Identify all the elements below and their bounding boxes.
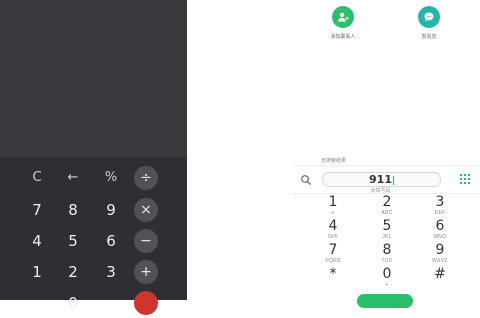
dial-key-hash[interactable]: # <box>420 267 460 282</box>
dial-key-digit: 2 <box>382 194 392 210</box>
clear-button[interactable]: C <box>25 166 49 190</box>
dialed-number: 911 <box>369 173 394 186</box>
digit-5-button[interactable]: 5 <box>61 229 85 253</box>
divider <box>292 165 480 166</box>
dial-key-digit: 1 <box>328 194 338 210</box>
message-icon <box>418 6 440 28</box>
toggle-button[interactable] <box>25 291 49 315</box>
calc-row-4: 1 2 3 + <box>0 257 187 287</box>
dial-key-3[interactable]: 3 DEF <box>420 194 460 217</box>
digit-6-button[interactable]: 6 <box>99 229 123 253</box>
divide-button[interactable]: ÷ <box>134 166 158 190</box>
dial-key-8[interactable]: 8 TUV <box>367 242 407 265</box>
send-message-action[interactable]: 发信息 <box>409 6 449 40</box>
dial-key-5[interactable]: 5 JKL <box>367 218 407 241</box>
add-contact-icon <box>332 6 354 28</box>
calc-row-1: C ← % ÷ <box>0 163 187 193</box>
dial-key-4[interactable]: 4 GHI <box>313 218 353 241</box>
digit-0-button[interactable]: 0 <box>61 291 85 315</box>
dialed-number-field[interactable]: 911 <box>322 172 441 187</box>
add-button[interactable]: + <box>134 260 158 284</box>
voicemail-icon: ∞ <box>331 210 335 216</box>
dial-key-digit: 4 <box>328 218 338 234</box>
digit-4-button[interactable]: 4 <box>25 229 49 253</box>
dial-key-digit: 8 <box>382 242 392 258</box>
calculator-display <box>0 0 187 157</box>
calc-row-3: 4 5 6 − <box>0 226 187 256</box>
digit-9-button[interactable]: 9 <box>99 198 123 222</box>
dial-key-1[interactable]: 1 ∞ <box>313 194 353 217</box>
text-caret <box>392 175 394 185</box>
calc-row-5: 0 <box>0 288 187 318</box>
dial-key-7[interactable]: 7 PQRS <box>313 242 353 265</box>
dial-key-digit: 7 <box>328 242 338 258</box>
digit-8-button[interactable]: 8 <box>61 198 85 222</box>
dial-key-letters: WXYZ <box>432 258 448 264</box>
dial-key-star[interactable]: * <box>313 267 353 282</box>
send-message-label: 发信息 <box>421 34 437 40</box>
subtract-button[interactable]: − <box>134 229 158 253</box>
digit-7-button[interactable]: 7 <box>25 198 49 222</box>
dial-key-0[interactable]: 0 + <box>367 266 407 289</box>
dial-key-digit: 3 <box>435 194 445 210</box>
calculator-panel: C ← % ÷ 7 8 9 × 4 5 6 − 1 2 3 + 0 <box>0 0 187 315</box>
dial-key-letters: GHI <box>328 234 338 240</box>
dial-key-letters: + <box>385 282 389 288</box>
dial-key-letters: TUV <box>381 258 393 264</box>
search-icon[interactable] <box>300 174 312 186</box>
dialpad-toggle-icon[interactable] <box>460 174 470 184</box>
dial-key-digit: 0 <box>382 266 392 282</box>
add-contact-action[interactable]: 添加联系人 <box>323 6 363 40</box>
digit-1-button[interactable]: 1 <box>25 260 49 284</box>
calc-row-2: 7 8 9 × <box>0 195 187 225</box>
dialer-panel: 添加联系人 发信息 无搜索结果 911 未知号码 1 ∞ 2 ABC 3 DEF 4G… <box>187 0 480 308</box>
dial-key-digit: 6 <box>435 218 445 234</box>
dial-key-letters: PQRS <box>325 258 341 264</box>
dial-key-letters: JKL <box>382 234 392 240</box>
percent-button[interactable]: % <box>99 166 123 190</box>
dial-key-digit: 5 <box>382 218 392 234</box>
dial-key-9[interactable]: 9 WXYZ <box>420 242 460 265</box>
dial-key-digit: # <box>434 266 446 282</box>
dial-key-letters: MNO <box>433 234 447 240</box>
multiply-button[interactable]: × <box>134 198 158 222</box>
dot-button[interactable] <box>99 291 123 315</box>
dial-key-letters: ABC <box>381 210 393 216</box>
dial-key-digit: * <box>329 266 337 282</box>
add-contact-label: 添加联系人 <box>330 34 356 40</box>
digit-3-button[interactable]: 3 <box>99 260 123 284</box>
digit-2-button[interactable]: 2 <box>61 260 85 284</box>
call-button[interactable] <box>357 294 413 308</box>
dial-key-2[interactable]: 2 ABC <box>367 194 407 217</box>
equals-button[interactable] <box>134 291 158 315</box>
dial-key-6[interactable]: 6 MNO <box>420 218 460 241</box>
backspace-button[interactable]: ← <box>61 166 85 190</box>
dial-key-letters: DEF <box>434 210 446 216</box>
no-result-text: 无搜索结果 <box>320 158 346 164</box>
dial-key-digit: 9 <box>435 242 445 258</box>
